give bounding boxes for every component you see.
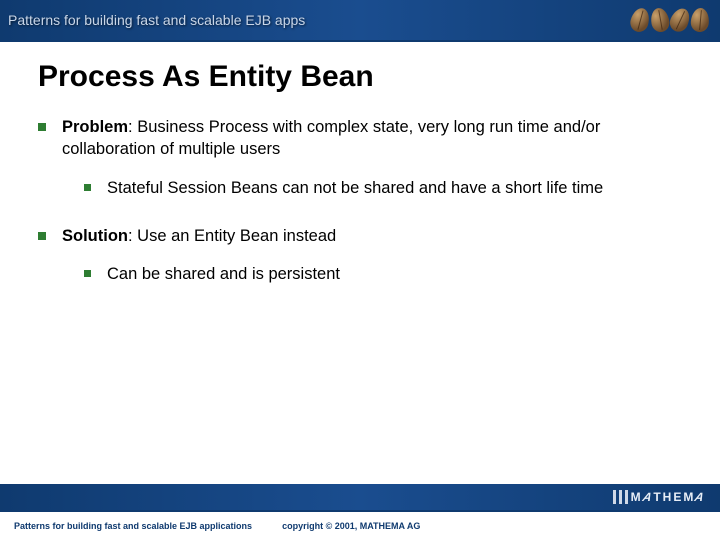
- sub-bullet-item: Can be shared and is persistent: [84, 263, 696, 285]
- bullet-icon: [38, 232, 46, 240]
- sub-bullet-text: Stateful Session Beans can not be shared…: [107, 177, 603, 199]
- footer-text-row: Patterns for building fast and scalable …: [0, 512, 720, 540]
- bullet-icon: [84, 184, 91, 191]
- coffee-beans-decoration: [620, 0, 720, 40]
- logo-bar-icon: [613, 490, 616, 504]
- logo-bar-icon: [619, 490, 622, 504]
- logo-text: MATHEMA: [631, 490, 706, 504]
- header-title: Patterns for building fast and scalable …: [0, 12, 305, 28]
- bean-icon: [649, 7, 671, 34]
- content-area: Process As Entity Bean Problem: Business…: [0, 42, 720, 484]
- bean-icon: [667, 5, 693, 34]
- bullet-block-problem: Problem: Business Process with complex s…: [38, 116, 696, 199]
- sub-bullet-text: Can be shared and is persistent: [107, 263, 340, 285]
- bullet-icon: [38, 123, 46, 131]
- footer-bar: MATHEMA: [0, 484, 720, 510]
- bullet-item: Problem: Business Process with complex s…: [38, 116, 696, 161]
- logo-bar-icon: [625, 490, 628, 504]
- bullet-block-solution: Solution: Use an Entity Bean instead Can…: [38, 225, 696, 286]
- bullet-item: Solution: Use an Entity Bean instead: [38, 225, 696, 247]
- bullet-icon: [84, 270, 91, 277]
- slide-title: Process As Entity Bean: [38, 60, 696, 94]
- slide: Patterns for building fast and scalable …: [0, 0, 720, 540]
- header-bar: Patterns for building fast and scalable …: [0, 0, 720, 40]
- mathema-logo: MATHEMA: [613, 490, 706, 504]
- sub-bullet-item: Stateful Session Beans can not be shared…: [84, 177, 696, 199]
- footer-left-text: Patterns for building fast and scalable …: [14, 521, 252, 531]
- bullet-text: Problem: Business Process with complex s…: [62, 116, 696, 161]
- bean-icon: [628, 6, 652, 34]
- bullet-text: Solution: Use an Entity Bean instead: [62, 225, 336, 247]
- bean-icon: [690, 7, 710, 32]
- footer-copyright: copyright © 2001, MATHEMA AG: [282, 521, 420, 531]
